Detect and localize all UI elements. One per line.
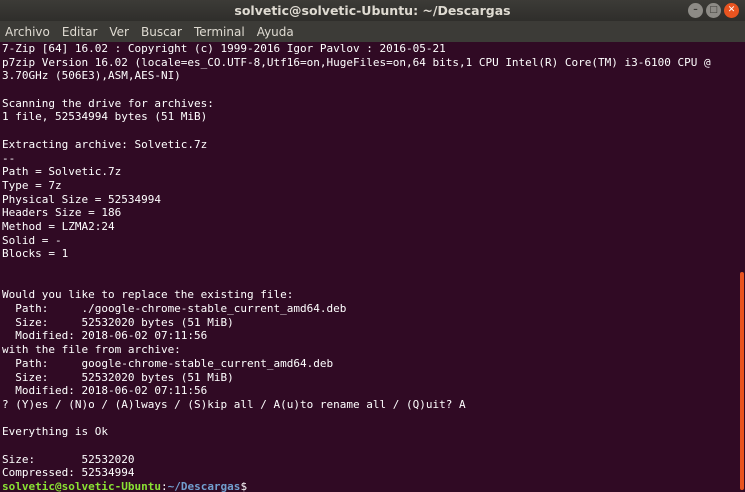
prompt-path: ~/Descargas bbox=[167, 480, 241, 492]
output-line: 3.70GHz (506E3),ASM,AES-NI) bbox=[2, 69, 181, 83]
output-line: Compressed: 52534994 bbox=[2, 466, 135, 480]
menu-terminal[interactable]: Terminal bbox=[188, 25, 251, 39]
output-line: -- bbox=[2, 151, 16, 165]
output-line: Modified: 2018-06-02 07:11:56 bbox=[2, 384, 208, 398]
output-line: Would you like to replace the existing f… bbox=[2, 288, 294, 302]
close-button[interactable]: ✕ bbox=[724, 3, 739, 18]
scrollbar[interactable] bbox=[737, 42, 745, 492]
output-line: Size: 52532020 bbox=[2, 452, 135, 466]
output-line: Type = 7z bbox=[2, 178, 62, 192]
output-line: Modified: 2018-06-02 07:11:56 bbox=[2, 329, 208, 343]
output-line: p7zip Version 16.02 (locale=es_CO.UTF-8,… bbox=[2, 55, 711, 69]
menu-buscar[interactable]: Buscar bbox=[135, 25, 188, 39]
menu-ayuda[interactable]: Ayuda bbox=[251, 25, 300, 39]
output-line: Path: ./google-chrome-stable_current_amd… bbox=[2, 302, 347, 316]
output-line: Physical Size = 52534994 bbox=[2, 192, 161, 206]
output-line: Everything is Ok bbox=[2, 425, 108, 439]
output-line: Path = Solvetic.7z bbox=[2, 165, 122, 179]
output-line: with the file from archive: bbox=[2, 343, 181, 357]
window-controls: – □ ✕ bbox=[688, 3, 739, 18]
menu-bar: Archivo Editar Ver Buscar Terminal Ayuda bbox=[0, 21, 745, 42]
output-line: Method = LZMA2:24 bbox=[2, 219, 115, 233]
menu-ver[interactable]: Ver bbox=[103, 25, 135, 39]
output-line: Scanning the drive for archives: bbox=[2, 96, 214, 110]
scrollbar-thumb[interactable] bbox=[740, 272, 744, 490]
menu-editar[interactable]: Editar bbox=[56, 25, 104, 39]
shell-prompt[interactable]: solvetic@solvetic-Ubuntu:~/Descargas$ bbox=[0, 480, 737, 492]
output-line: Blocks = 1 bbox=[2, 247, 69, 261]
maximize-button[interactable]: □ bbox=[706, 3, 721, 18]
window-title: solvetic@solvetic-Ubuntu: ~/Descargas bbox=[234, 3, 511, 18]
output-line: Extracting archive: Solvetic.7z bbox=[2, 137, 208, 151]
output-line: Path: google-chrome-stable_current_amd64… bbox=[2, 356, 334, 370]
output-line: 1 file, 52534994 bytes (51 MiB) bbox=[2, 110, 208, 124]
output-line: Headers Size = 186 bbox=[2, 206, 122, 220]
title-bar[interactable]: solvetic@solvetic-Ubuntu: ~/Descargas – … bbox=[0, 0, 745, 21]
output-line: Solid = - bbox=[2, 233, 62, 247]
prompt-symbol: $ bbox=[240, 480, 248, 492]
menu-archivo[interactable]: Archivo bbox=[0, 25, 56, 39]
output-line: ? (Y)es / (N)o / (A)lways / (S)kip all /… bbox=[2, 397, 466, 411]
output-line: Size: 52532020 bytes (51 MiB) bbox=[2, 370, 234, 384]
terminal-output[interactable]: 7-Zip [64] 16.02 : Copyright (c) 1999-20… bbox=[0, 42, 737, 492]
output-line: Size: 52532020 bytes (51 MiB) bbox=[2, 315, 234, 329]
prompt-separator: : bbox=[160, 480, 168, 492]
output-line: 7-Zip [64] 16.02 : Copyright (c) 1999-20… bbox=[2, 42, 446, 55]
prompt-user-host: solvetic@solvetic-Ubuntu bbox=[2, 480, 161, 492]
minimize-button[interactable]: – bbox=[688, 3, 703, 18]
